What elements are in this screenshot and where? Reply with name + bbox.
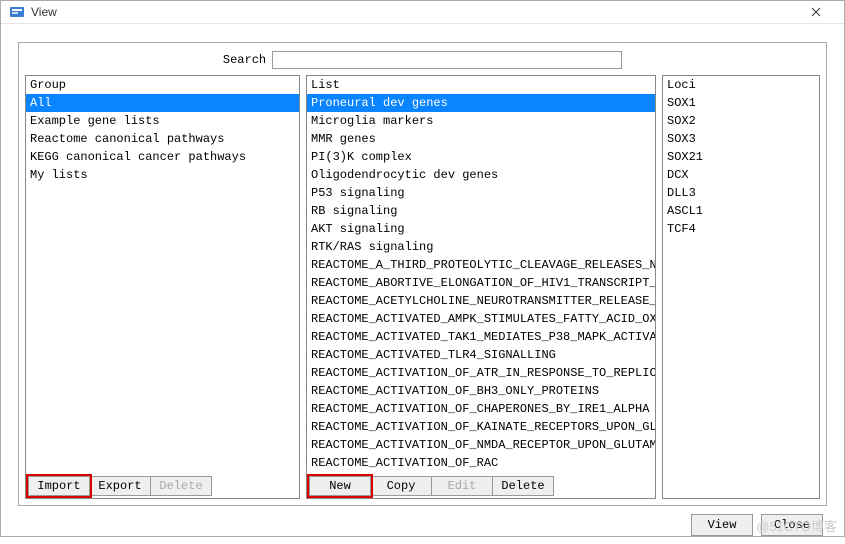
loci-panel: Loci SOX1SOX2SOX3SOX21DCXDLL3ASCL1TCF4: [662, 75, 820, 499]
list-delete-button[interactable]: Delete: [492, 476, 554, 496]
titlebar: View: [1, 1, 844, 24]
group-button-row: Import Export Delete: [26, 472, 299, 498]
list-list-item[interactable]: REACTOME_ACTIVATION_OF_NMDA_RECEPTOR_UPO…: [307, 436, 655, 454]
loci-listbox[interactable]: SOX1SOX2SOX3SOX21DCXDLL3ASCL1TCF4: [663, 94, 819, 498]
outer-panel: Search Group AllExample gene listsReacto…: [18, 42, 827, 506]
loci-list-item[interactable]: SOX3: [663, 130, 819, 148]
loci-list-item[interactable]: ASCL1: [663, 202, 819, 220]
group-panel: Group AllExample gene listsReactome cano…: [25, 75, 300, 499]
panels: Group AllExample gene listsReactome cano…: [25, 75, 820, 499]
list-list-item[interactable]: REACTOME_ACTIVATION_OF_KAINATE_RECEPTORS…: [307, 418, 655, 436]
list-list-item[interactable]: P53 signaling: [307, 184, 655, 202]
list-list-item[interactable]: PI(3)K complex: [307, 148, 655, 166]
loci-list-item[interactable]: TCF4: [663, 220, 819, 238]
content-area: Search Group AllExample gene listsReacto…: [1, 24, 844, 544]
list-list-item[interactable]: MMR genes: [307, 130, 655, 148]
loci-panel-header: Loci: [663, 76, 819, 94]
list-list-item[interactable]: REACTOME_ACTIVATION_OF_BH3_ONLY_PROTEINS: [307, 382, 655, 400]
list-list-item[interactable]: REACTOME_ACTIVATION_OF_ATR_IN_RESPONSE_T…: [307, 364, 655, 382]
list-panel: List Proneural dev genesMicroglia marker…: [306, 75, 656, 499]
new-button[interactable]: New: [309, 476, 371, 496]
copy-button[interactable]: Copy: [370, 476, 432, 496]
search-input[interactable]: [272, 51, 622, 69]
list-list-item[interactable]: AKT signaling: [307, 220, 655, 238]
window-close-button[interactable]: [796, 1, 836, 23]
edit-button[interactable]: Edit: [431, 476, 493, 496]
list-list-item[interactable]: RTK/RAS signaling: [307, 238, 655, 256]
window-title: View: [31, 5, 57, 19]
group-list-item[interactable]: Example gene lists: [26, 112, 299, 130]
group-delete-button[interactable]: Delete: [150, 476, 212, 496]
search-row: Search: [25, 49, 820, 75]
search-label: Search: [223, 53, 266, 67]
group-panel-header: Group: [26, 76, 299, 94]
list-list-item[interactable]: REACTOME_ACETYLCHOLINE_NEUROTRANSMITTER_…: [307, 292, 655, 310]
list-list-item[interactable]: REACTOME_ACTIVATION_OF_RAC: [307, 454, 655, 472]
group-list-item[interactable]: Reactome canonical pathways: [26, 130, 299, 148]
list-list-item[interactable]: REACTOME_ABORTIVE_ELONGATION_OF_HIV1_TRA…: [307, 274, 655, 292]
close-button[interactable]: Close: [761, 514, 823, 536]
loci-list-item[interactable]: SOX1: [663, 94, 819, 112]
group-list-item[interactable]: KEGG canonical cancer pathways: [26, 148, 299, 166]
list-list-item[interactable]: REACTOME_ACTIVATED_TLR4_SIGNALLING: [307, 346, 655, 364]
group-listbox[interactable]: AllExample gene listsReactome canonical …: [26, 94, 299, 472]
group-list-item[interactable]: All: [26, 94, 299, 112]
list-listbox[interactable]: Proneural dev genesMicroglia markersMMR …: [307, 94, 655, 472]
list-list-item[interactable]: REACTOME_ACTIVATION_OF_CHAPERONES_BY_IRE…: [307, 400, 655, 418]
list-list-item[interactable]: REACTOME_A_THIRD_PROTEOLYTIC_CLEAVAGE_RE…: [307, 256, 655, 274]
loci-list-item[interactable]: DLL3: [663, 184, 819, 202]
footer-buttons: View Close: [18, 506, 827, 536]
view-button[interactable]: View: [691, 514, 753, 536]
view-window: View Search Group AllExample gene listsR…: [0, 0, 845, 537]
import-button[interactable]: Import: [28, 476, 90, 496]
list-list-item[interactable]: Oligodendrocytic dev genes: [307, 166, 655, 184]
app-icon: [9, 4, 25, 20]
list-list-item[interactable]: RB signaling: [307, 202, 655, 220]
list-list-item[interactable]: Microglia markers: [307, 112, 655, 130]
loci-list-item[interactable]: SOX2: [663, 112, 819, 130]
list-list-item[interactable]: REACTOME_ACTIVATED_AMPK_STIMULATES_FATTY…: [307, 310, 655, 328]
list-button-row: New Copy Edit Delete: [307, 472, 655, 498]
list-list-item[interactable]: REACTOME_ACTIVATED_TAK1_MEDIATES_P38_MAP…: [307, 328, 655, 346]
list-panel-header: List: [307, 76, 655, 94]
group-list-item[interactable]: My lists: [26, 166, 299, 184]
close-icon: [811, 7, 821, 17]
list-list-item[interactable]: Proneural dev genes: [307, 94, 655, 112]
export-button[interactable]: Export: [89, 476, 151, 496]
loci-list-item[interactable]: DCX: [663, 166, 819, 184]
loci-list-item[interactable]: SOX21: [663, 148, 819, 166]
